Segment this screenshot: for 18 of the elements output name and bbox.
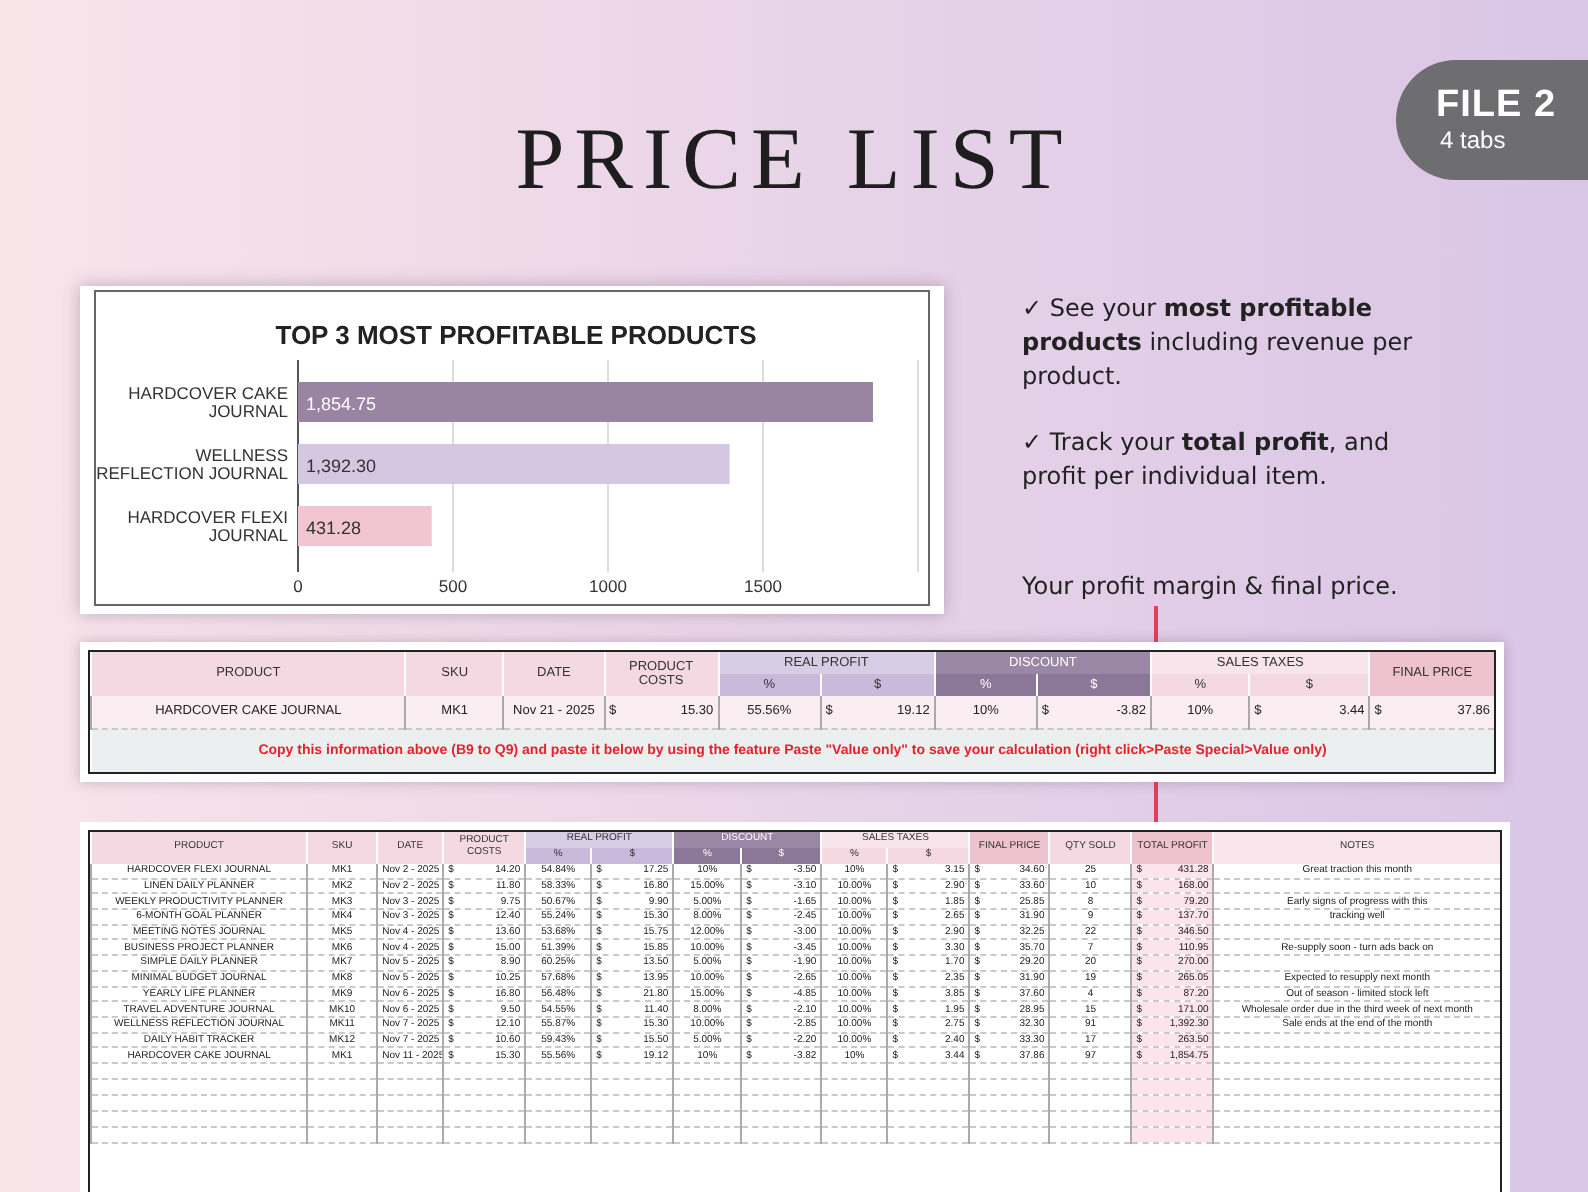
tick-label: 500 xyxy=(438,576,468,596)
tick-label: 1500 xyxy=(744,576,782,596)
badge-title: FILE 2 xyxy=(1436,85,1559,125)
tick-label: 0 xyxy=(293,576,303,596)
data-label: 431.28 xyxy=(306,518,362,538)
tick-label: 1000 xyxy=(589,576,627,596)
caption-text: Your profit margin & final price. xyxy=(1022,570,1400,604)
data-label: 1,392.30 xyxy=(306,456,377,476)
category-label: HARDCOVER FLEXI JOURNAL xyxy=(127,507,288,545)
feature-text: ✓ Track your total profit, and profit per individual item. xyxy=(1022,426,1392,494)
chart-title: TOP 3 MOST PROFITABLE PRODUCTS xyxy=(275,320,757,350)
badge-subtitle: 4 tabs xyxy=(1438,125,1508,155)
data-label: 1,854.75 xyxy=(306,394,377,414)
page-title: PRICE LIST xyxy=(515,108,1073,210)
bar xyxy=(298,506,432,546)
category-label: HARDCOVER CAKE JOURNAL xyxy=(128,383,288,421)
feature-text: ✓ See your most profitable products including revenue per product. xyxy=(1022,292,1415,394)
category-label: WELLNESS REFLECTION JOURNAL xyxy=(96,445,288,483)
